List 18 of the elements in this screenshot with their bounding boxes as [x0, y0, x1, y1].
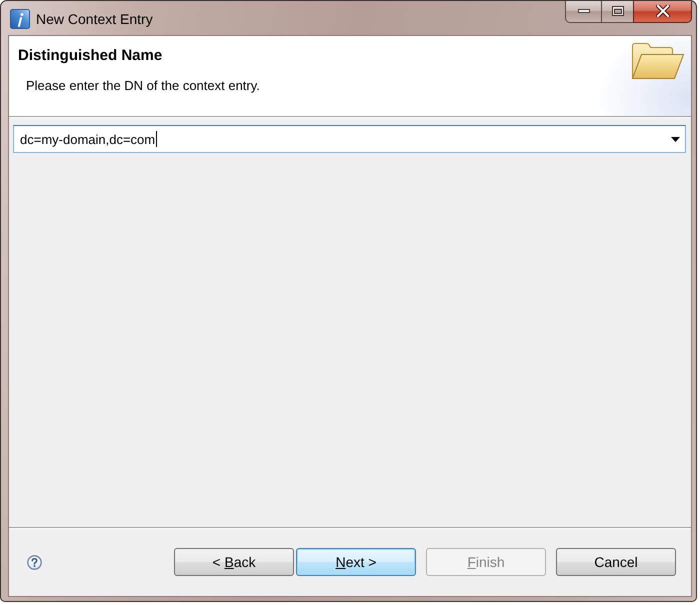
wizard-button[interactable]: < Back: [174, 548, 294, 576]
app-icon: [10, 8, 30, 28]
dn-combo-field[interactable]: dc=my-domain,dc=com: [13, 125, 686, 153]
minimize-button[interactable]: [565, 1, 601, 23]
text-cursor-icon: [156, 131, 158, 147]
help-icon[interactable]: [27, 554, 42, 570]
close-icon: [656, 5, 670, 17]
maximize-button[interactable]: [601, 1, 633, 23]
page-title: Distinguished Name: [18, 46, 164, 66]
folder-icon: [631, 42, 685, 80]
dropdown-arrow-icon[interactable]: [671, 136, 680, 142]
minimize-icon: [578, 9, 590, 13]
maximize-icon: [612, 6, 624, 16]
wizard-button[interactable]: Cancel: [556, 548, 676, 576]
page-description: Please enter the DN of the context entry.: [26, 77, 260, 95]
window-title: New Context Entry: [36, 10, 153, 26]
wizard-button[interactable]: Next >: [296, 548, 416, 576]
close-button[interactable]: [633, 1, 692, 23]
